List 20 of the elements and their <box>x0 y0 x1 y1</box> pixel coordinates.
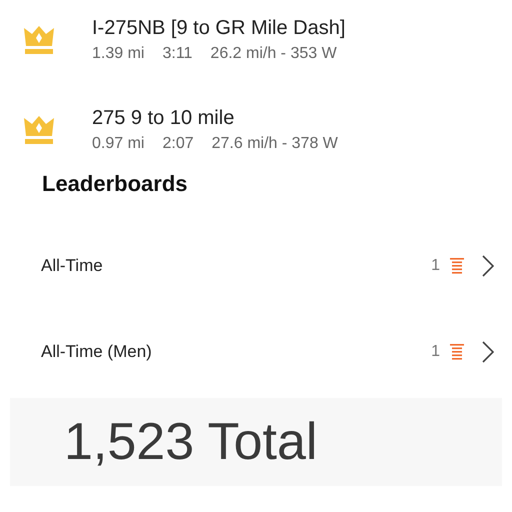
total-count: 1,523 Total <box>64 412 318 472</box>
leaderboard-rank: 1 <box>431 343 440 361</box>
segment-distance: 0.97 mi <box>92 135 144 153</box>
crown-icon <box>22 114 56 146</box>
segment-speed-power: 26.2 mi/h - 353 W <box>210 45 337 63</box>
segment-speed-power: 27.6 mi/h - 378 W <box>212 135 338 153</box>
leaderboard-rank: 1 <box>431 257 440 275</box>
segment-name: I-275NB [9 to GR Mile Dash] <box>92 17 346 39</box>
section-heading: Leaderboards <box>42 171 188 197</box>
segment-distance: 1.39 mi <box>92 45 144 63</box>
chevron-right-icon[interactable] <box>482 255 494 277</box>
list-icon[interactable] <box>450 257 464 275</box>
leaderboard-label[interactable]: All-Time <box>41 256 432 276</box>
segment-name: 275 9 to 10 mile <box>92 107 236 129</box>
list-icon[interactable] <box>450 343 464 361</box>
segment-time: 2:07 <box>162 135 194 153</box>
crown-icon <box>22 24 56 56</box>
segment-time: 3:11 <box>162 45 192 63</box>
chevron-right-icon[interactable] <box>482 341 494 363</box>
leaderboard-label[interactable]: All-Time (Men) <box>41 342 432 362</box>
